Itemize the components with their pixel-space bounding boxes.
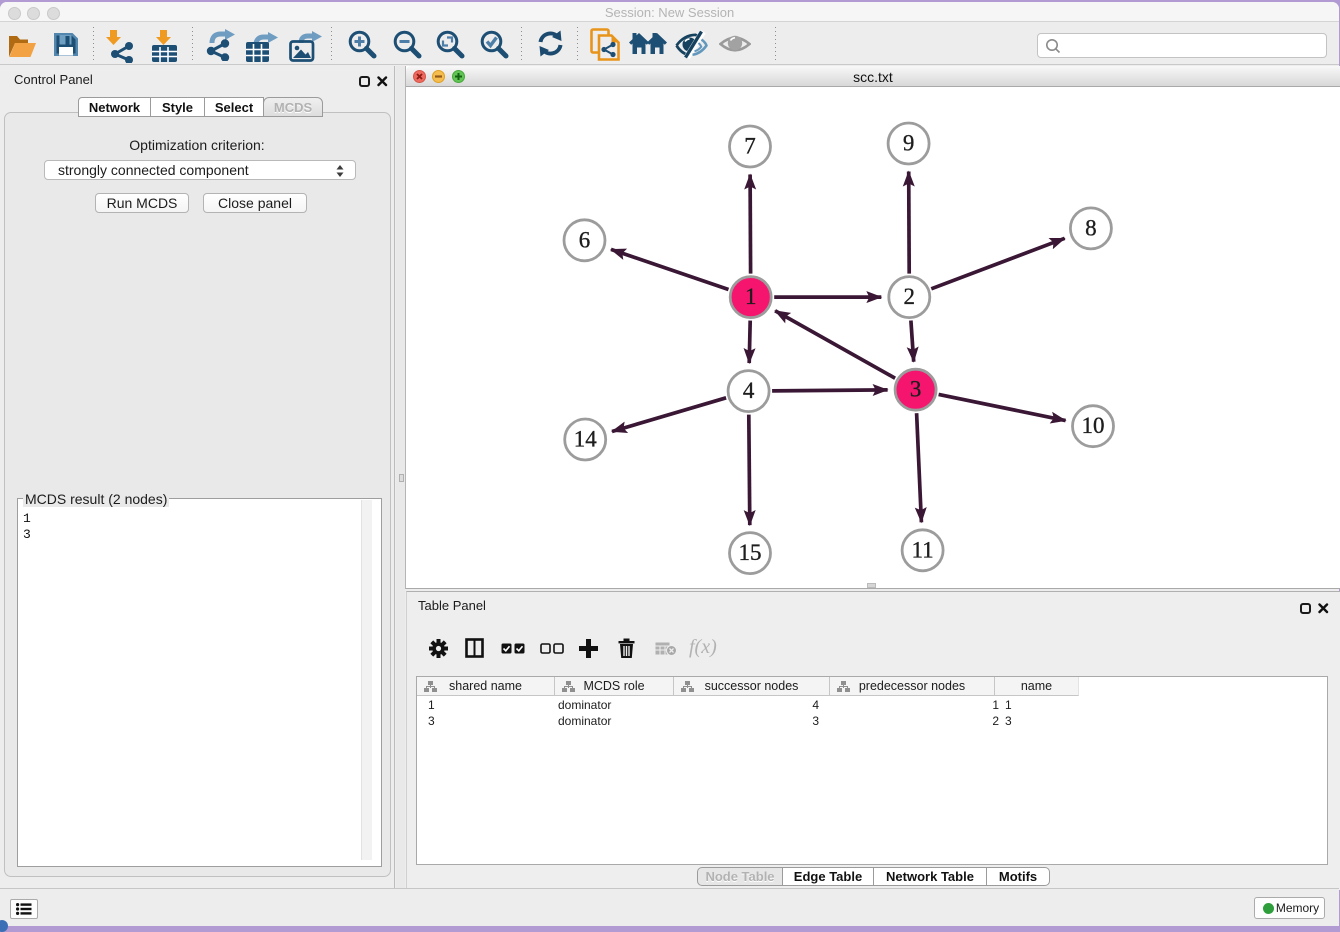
svg-text:15: 15 [739, 540, 762, 565]
svg-text:8: 8 [1085, 215, 1097, 240]
svg-text:11: 11 [912, 537, 934, 562]
svg-text:7: 7 [744, 134, 756, 159]
svg-text:14: 14 [574, 427, 598, 452]
svg-text:2: 2 [904, 284, 916, 309]
svg-text:1: 1 [745, 284, 757, 309]
svg-text:10: 10 [1082, 413, 1105, 438]
svg-text:6: 6 [579, 227, 591, 252]
svg-text:3: 3 [910, 377, 922, 402]
svg-text:4: 4 [743, 378, 755, 403]
svg-text:9: 9 [903, 131, 915, 156]
